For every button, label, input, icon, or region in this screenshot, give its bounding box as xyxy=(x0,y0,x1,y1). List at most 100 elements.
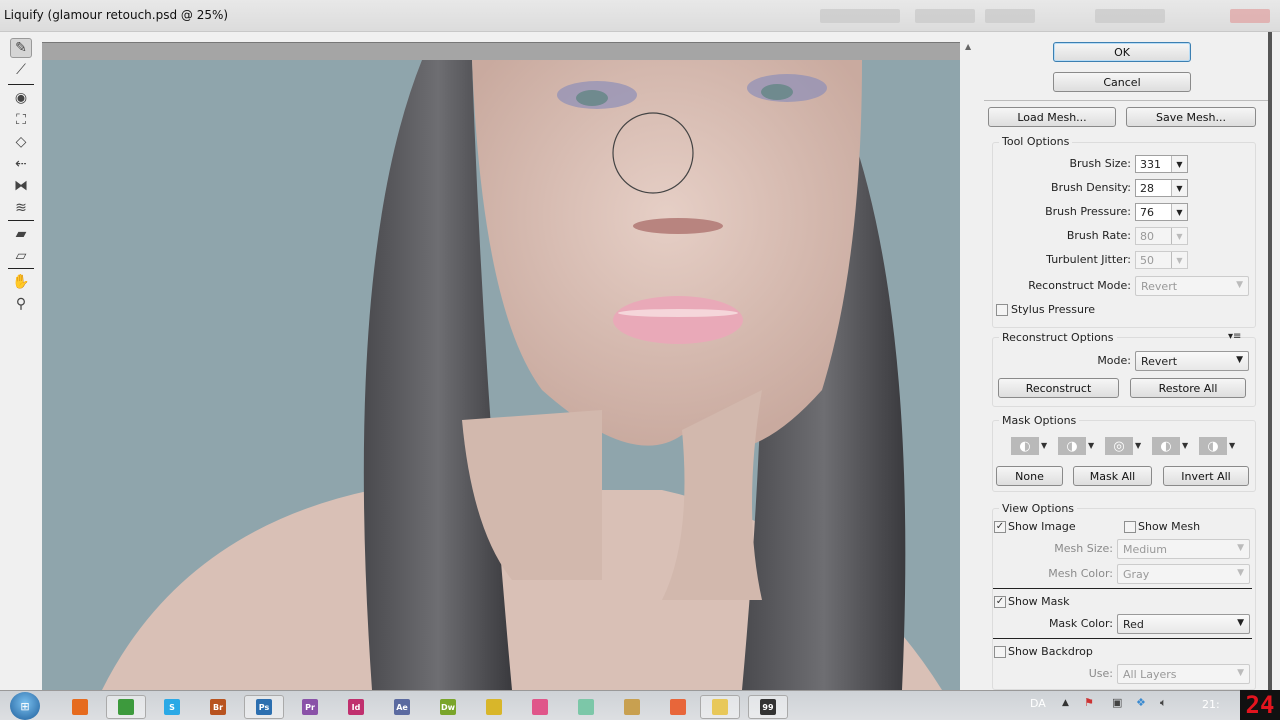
taskbar-app-app-pink[interactable] xyxy=(520,695,560,719)
thaw-mask-tool-icon[interactable]: ▱ xyxy=(10,246,32,266)
chevron-down-icon: ▼ xyxy=(1237,618,1244,628)
invert-selection-icon[interactable]: ◑ xyxy=(1199,437,1227,455)
dreamweaver-icon: Dw xyxy=(440,699,456,715)
turbulence-tool-icon[interactable]: ≋ xyxy=(10,198,32,218)
taskbar-app-app-feather[interactable] xyxy=(612,695,652,719)
taskbar-app-indesign[interactable]: Id xyxy=(336,695,376,719)
show-mask-checkbox[interactable]: ✓ xyxy=(994,596,1006,608)
chevron-down-icon[interactable]: ▼ xyxy=(1171,156,1187,172)
taskbar-app-skype[interactable]: S xyxy=(152,695,192,719)
chevron-down-icon[interactable]: ▼ xyxy=(1171,180,1187,196)
divider xyxy=(984,100,1270,101)
chevron-down-icon: ▼ xyxy=(1237,668,1244,678)
chevron-down-icon[interactable]: ▼ xyxy=(1229,441,1235,450)
taskbar-app-photoshop[interactable]: Ps xyxy=(244,695,284,719)
reconstruct-mode-value: Revert xyxy=(1141,280,1178,293)
use-label: Use: xyxy=(1088,667,1113,680)
chevron-down-icon[interactable]: ▼ xyxy=(1182,441,1188,450)
cancel-button[interactable]: Cancel xyxy=(1053,72,1191,92)
push-left-tool-icon[interactable]: ⇠ xyxy=(10,154,32,174)
zoom-tool-icon[interactable]: ⚲ xyxy=(10,294,32,314)
close-button[interactable] xyxy=(1230,9,1270,23)
tools-panel: ✎ ⟋ ◉ ⛶ ◇ ⇠ ⧓ ≋ ▰ ▱ ✋ ⚲ xyxy=(4,38,38,318)
language-indicator[interactable]: DA xyxy=(1030,697,1046,710)
taskbar-app-dreamweaver[interactable]: Dw xyxy=(428,695,468,719)
taskbar-app-firefox[interactable] xyxy=(60,695,100,719)
taskbar-app-app-orange[interactable] xyxy=(658,695,698,719)
bloat-tool-icon[interactable]: ◇ xyxy=(10,132,32,152)
divider xyxy=(8,84,34,85)
show-hidden-icons[interactable]: ▲ xyxy=(1062,698,1069,708)
premiere-icon: Pr xyxy=(302,699,318,715)
reconstruct-button[interactable]: Reconstruct xyxy=(998,378,1119,398)
volume-icon[interactable]: 🔈︎ xyxy=(1160,696,1167,710)
network-icon[interactable]: ▣ xyxy=(1112,696,1122,709)
mask-all-button[interactable]: Mask All xyxy=(1073,466,1152,486)
brush-density-value: 28 xyxy=(1140,182,1154,195)
turbulent-jitter-value: 50 xyxy=(1140,254,1154,267)
start-button[interactable]: ⊞ xyxy=(10,692,40,720)
show-backdrop-label: Show Backdrop xyxy=(1008,645,1093,658)
mask-color-select[interactable]: Red ▼ xyxy=(1117,614,1250,634)
firefox-icon xyxy=(72,699,88,715)
brush-pressure-input[interactable]: 76 ▼ xyxy=(1135,203,1188,221)
show-backdrop-checkbox[interactable] xyxy=(994,646,1006,658)
chevron-down-icon[interactable]: ▼ xyxy=(1135,441,1141,450)
canvas-image[interactable] xyxy=(42,60,960,690)
mesh-size-label: Mesh Size: xyxy=(1054,542,1113,555)
save-mesh-button[interactable]: Save Mesh... xyxy=(1126,107,1256,127)
blurred-button xyxy=(915,9,975,23)
twirl-tool-icon[interactable]: ◉ xyxy=(10,88,32,108)
hand-tool-icon[interactable]: ✋ xyxy=(10,272,32,292)
mode-select[interactable]: Revert ▼ xyxy=(1135,351,1249,371)
taskbar-app-app-green[interactable] xyxy=(566,695,606,719)
brush-density-input[interactable]: 28 ▼ xyxy=(1135,179,1188,197)
divider xyxy=(993,638,1252,639)
taskbar-app-after-effects[interactable]: Ae xyxy=(382,695,422,719)
ok-button[interactable]: OK xyxy=(1053,42,1191,62)
vertical-scrollbar[interactable]: ▲ xyxy=(962,42,976,690)
forward-warp-tool-icon[interactable]: ✎ xyxy=(10,38,32,58)
dropbox-icon[interactable]: ❖ xyxy=(1136,696,1146,709)
brush-rate-label: Brush Rate: xyxy=(1066,229,1131,242)
taskbar-app-explorer[interactable] xyxy=(700,695,740,719)
restore-all-button[interactable]: Restore All xyxy=(1130,378,1246,398)
taskbar-app-app-yellow[interactable] xyxy=(474,695,514,719)
chevron-down-icon: ▼ xyxy=(1236,280,1243,290)
show-image-checkbox[interactable]: ✓ xyxy=(994,521,1006,533)
add-to-selection-icon[interactable]: ◑ xyxy=(1058,437,1086,455)
reconstruct-mode-label: Reconstruct Mode: xyxy=(1028,279,1131,292)
show-mesh-label: Show Mesh xyxy=(1138,520,1201,533)
bridge-icon: Br xyxy=(210,699,226,715)
invert-all-button[interactable]: Invert All xyxy=(1163,466,1249,486)
action-center-flag-icon[interactable]: ⚑ xyxy=(1084,696,1094,709)
chevron-down-icon[interactable]: ▼ xyxy=(1171,204,1187,220)
clock[interactable]: 21: xyxy=(1202,698,1220,711)
brush-size-input[interactable]: 331 ▼ xyxy=(1135,155,1188,173)
mirror-tool-icon[interactable]: ⧓ xyxy=(10,176,32,196)
brush-rate-input: 80 ▼ xyxy=(1135,227,1188,245)
subtract-from-selection-icon[interactable]: ◎ xyxy=(1105,437,1133,455)
show-mesh-checkbox[interactable] xyxy=(1124,521,1136,533)
panel-menu-icon[interactable]: ▾≡ xyxy=(1228,331,1241,342)
taskbar-app-chrome[interactable] xyxy=(106,695,146,719)
taskbar-app-premiere[interactable]: Pr xyxy=(290,695,330,719)
photoshop-icon: Ps xyxy=(256,699,272,715)
mesh-color-label: Mesh Color: xyxy=(1048,567,1113,580)
channel-badge: 24 xyxy=(1240,690,1280,720)
app-monitor-icon: 99 xyxy=(760,699,776,715)
chevron-down-icon[interactable]: ▼ xyxy=(1041,441,1047,450)
stylus-pressure-checkbox[interactable] xyxy=(996,304,1008,316)
chevron-down-icon[interactable]: ▼ xyxy=(1088,441,1094,450)
view-options-title: View Options xyxy=(999,502,1078,515)
pucker-tool-icon[interactable]: ⛶ xyxy=(10,110,32,130)
reconstruct-tool-icon[interactable]: ⟋ xyxy=(10,60,32,80)
taskbar-app-bridge[interactable]: Br xyxy=(198,695,238,719)
taskbar-app-app-monitor[interactable]: 99 xyxy=(748,695,788,719)
none-button[interactable]: None xyxy=(996,466,1063,486)
replace-selection-icon[interactable]: ◐ xyxy=(1011,437,1039,455)
freeze-mask-tool-icon[interactable]: ▰ xyxy=(10,224,32,244)
brush-pressure-label: Brush Pressure: xyxy=(1045,205,1131,218)
load-mesh-button[interactable]: Load Mesh... xyxy=(988,107,1116,127)
intersect-selection-icon[interactable]: ◐ xyxy=(1152,437,1180,455)
